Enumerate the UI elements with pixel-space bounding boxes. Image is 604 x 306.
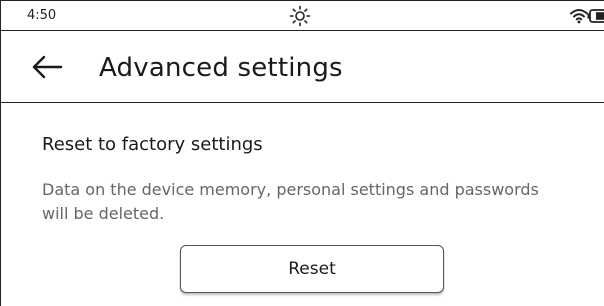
page-title: Advanced settings (99, 53, 343, 83)
wifi-icon (570, 9, 588, 24)
status-bar: 4:50 (1, 0, 604, 31)
arrow-left-icon (32, 55, 63, 79)
advanced-settings-screen: 4:50 Advanced settings Reset to factory … (0, 0, 604, 306)
back-button[interactable] (31, 47, 71, 87)
reset-section-title: Reset to factory settings (42, 134, 263, 155)
reset-button[interactable]: Reset (180, 245, 444, 293)
header: Advanced settings (1, 31, 604, 103)
reset-section-description: Data on the device memory, personal sett… (42, 180, 539, 223)
brightness-icon[interactable] (288, 5, 312, 27)
status-time: 4:50 (27, 8, 57, 23)
battery-icon (587, 9, 604, 23)
